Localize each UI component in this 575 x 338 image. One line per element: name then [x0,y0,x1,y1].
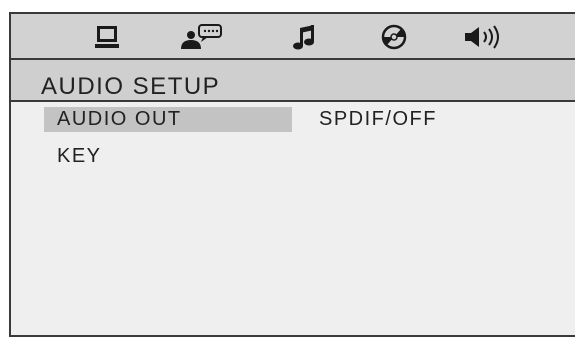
speaker-person-icon[interactable] [177,20,227,54]
menu-item-label: AUDIO OUT [57,108,182,130]
menu-item-label: KEY [57,145,102,167]
monitor-icon[interactable] [91,20,123,54]
audio-out-value[interactable]: SPDIF/OFF [319,107,437,132]
osd-screen: AUDIO SETUP AUDIO OUT SPDIF/OFF KEY [9,12,575,337]
music-note-icon[interactable] [287,20,321,54]
setup-icon-bar [11,14,575,60]
disc-icon[interactable] [377,20,411,54]
speaker-volume-icon[interactable] [461,20,505,54]
menu-item-audio-out[interactable]: AUDIO OUT [44,107,292,132]
title-bar: AUDIO SETUP [11,60,575,102]
page-title: AUDIO SETUP [41,73,221,100]
